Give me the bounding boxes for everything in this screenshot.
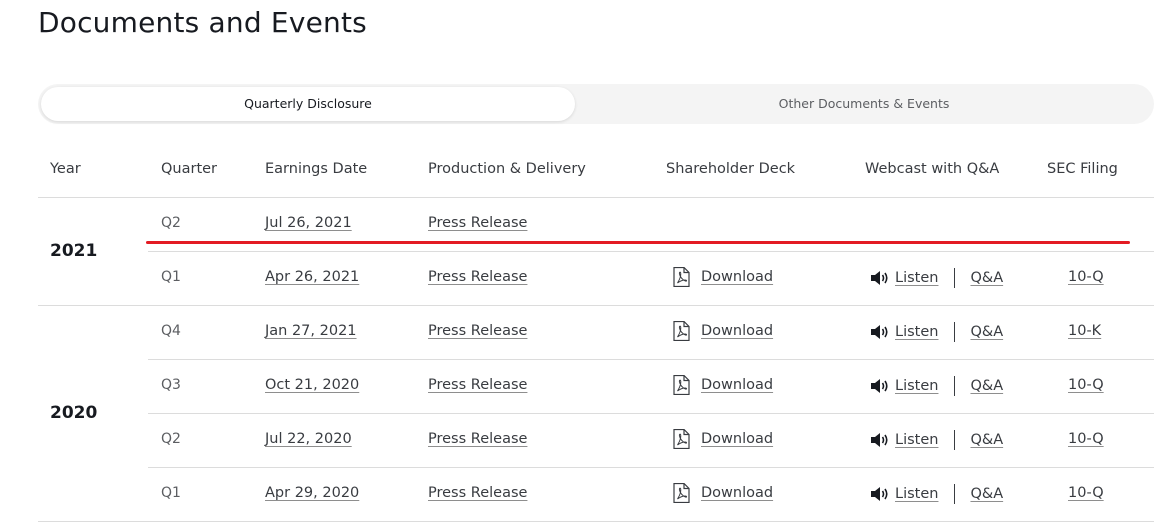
pdf-icon [673,483,690,503]
quarter-label: Q4 [161,323,181,339]
listen-link[interactable]: Listen [895,324,938,340]
download-deck-link[interactable]: Download [701,431,773,447]
sec-filing-link[interactable]: 10-Q [1068,377,1104,393]
tab-bar: Quarterly Disclosure Other Documents & E… [38,84,1154,124]
earnings-date-link[interactable]: Jan 27, 2021 [265,323,357,339]
column-header-year: Year [50,161,81,177]
qa-link[interactable]: Q&A [970,270,1003,286]
quarter-label: Q2 [161,215,181,231]
download-deck-link[interactable]: Download [701,269,773,285]
shareholder-deck-cell: Download [672,375,773,395]
speaker-icon [871,433,888,447]
table-bottom-divider [38,521,1154,522]
press-release-link[interactable]: Press Release [428,323,527,339]
row-divider [148,359,1154,360]
column-header-webcast: Webcast with Q&A [865,161,1000,177]
row-divider [148,251,1154,252]
webcast-cell: Listen Q&A [870,430,1003,450]
link-separator [954,484,956,504]
listen-link[interactable]: Listen [895,486,938,502]
shareholder-deck-cell: Download [672,429,773,449]
quarter-label: Q1 [161,269,181,285]
earnings-date-link[interactable]: Jul 26, 2021 [265,215,352,231]
press-release-link[interactable]: Press Release [428,431,527,447]
qa-link[interactable]: Q&A [970,486,1003,502]
link-separator [954,376,956,396]
tab-quarterly-disclosure[interactable]: Quarterly Disclosure [41,87,575,121]
shareholder-deck-cell: Download [672,483,773,503]
listen-link[interactable]: Listen [895,378,938,394]
speaker-icon [871,271,888,285]
press-release-link[interactable]: Press Release [428,269,527,285]
listen-link[interactable]: Listen [895,432,938,448]
earnings-date-link[interactable]: Jul 22, 2020 [265,431,352,447]
download-deck-link[interactable]: Download [701,323,773,339]
link-separator [954,268,956,288]
press-release-link[interactable]: Press Release [428,377,527,393]
earnings-date-link[interactable]: Apr 29, 2020 [265,485,359,501]
sec-filing-link[interactable]: 10-Q [1068,269,1104,285]
webcast-cell: Listen Q&A [870,322,1003,342]
quarter-label: Q2 [161,431,181,447]
speaker-icon [871,487,888,501]
sec-filing-link[interactable]: 10-Q [1068,431,1104,447]
press-release-link[interactable]: Press Release [428,485,527,501]
page-title: Documents and Events [38,6,367,39]
link-separator [954,322,956,342]
row-divider [148,413,1154,414]
column-header-earnings-date: Earnings Date [265,161,368,177]
download-deck-link[interactable]: Download [701,377,773,393]
earnings-date-link[interactable]: Oct 21, 2020 [265,377,359,393]
quarter-label: Q3 [161,377,181,393]
tab-other-documents-events[interactable]: Other Documents & Events [578,87,1150,121]
earnings-date-link[interactable]: Apr 26, 2021 [265,269,359,285]
sec-filing-link[interactable]: 10-K [1068,323,1101,339]
webcast-cell: Listen Q&A [870,268,1003,288]
shareholder-deck-cell: Download [672,267,773,287]
speaker-icon [871,379,888,393]
year-label-2020: 2020 [50,403,98,423]
link-separator [954,430,956,450]
qa-link[interactable]: Q&A [970,432,1003,448]
pdf-icon [673,375,690,395]
row-divider [148,467,1154,468]
column-header-shareholder-deck: Shareholder Deck [666,161,796,177]
webcast-cell: Listen Q&A [870,484,1003,504]
table-header-divider [38,197,1154,198]
column-header-quarter: Quarter [161,161,218,177]
quarter-label: Q1 [161,485,181,501]
speaker-icon [871,325,888,339]
webcast-cell: Listen Q&A [870,376,1003,396]
column-header-sec-filing: SEC Filing [1047,161,1118,177]
press-release-link[interactable]: Press Release [428,215,527,231]
pdf-icon [673,429,690,449]
column-header-production-delivery: Production & Delivery [428,161,586,177]
qa-link[interactable]: Q&A [970,324,1003,340]
pdf-icon [673,267,690,287]
year-label-2021: 2021 [50,241,98,261]
highlight-underline [146,241,1130,244]
listen-link[interactable]: Listen [895,270,938,286]
pdf-icon [673,321,690,341]
shareholder-deck-cell: Download [672,321,773,341]
qa-link[interactable]: Q&A [970,378,1003,394]
download-deck-link[interactable]: Download [701,485,773,501]
sec-filing-link[interactable]: 10-Q [1068,485,1104,501]
year-group-divider [38,305,1154,306]
